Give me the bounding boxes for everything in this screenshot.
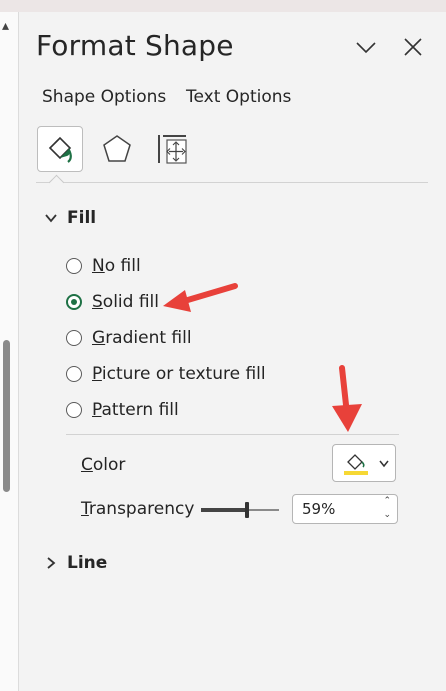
radio-no-fill[interactable]: No fill [66,256,141,276]
radio-button[interactable] [66,402,82,418]
tab-divider [36,182,428,183]
line-section-header[interactable]: Line [45,553,107,573]
paint-bucket-icon [344,454,368,475]
chevron-down-icon[interactable] [353,34,379,60]
radio-pattern-fill[interactable]: Pattern fill [66,400,179,420]
fill-divider [66,434,399,435]
radio-picture-texture-fill[interactable]: Picture or texture fill [66,364,266,384]
radio-solid-fill[interactable]: Solid fill [66,292,159,312]
fill-section-header[interactable]: Fill [45,208,96,228]
document-scroll-column: ▴ [0,12,19,691]
chevron-right-icon [47,557,56,569]
size-properties-tab[interactable] [149,126,195,172]
radio-button[interactable] [66,330,82,346]
red-arrow-annotation [332,365,362,432]
spin-down-icon[interactable]: ⌄ [383,510,391,520]
radio-label: Pattern fill [92,400,179,420]
red-arrow-annotation [163,283,238,312]
effects-pentagon-icon [103,135,131,162]
tab-shape-options[interactable]: Shape Options [42,87,166,107]
format-shape-pane: Format Shape Shape Options Text Options [19,12,446,691]
size-and-properties-icon [158,135,187,164]
fill-and-line-tab[interactable] [37,126,83,172]
radio-label: Solid fill [92,292,159,312]
fill-section-label: Fill [67,208,97,228]
transparency-label: Transparency [81,499,195,519]
color-swatch [344,471,368,475]
pane-title: Format Shape [36,29,234,62]
chevron-down-icon [379,460,389,468]
radio-button[interactable] [66,258,82,274]
chevron-down-icon [45,214,57,223]
radio-button[interactable] [66,294,82,310]
transparency-spinbox[interactable]: 59% ⌃ ⌄ [292,494,398,524]
color-label: Color [81,455,126,475]
fill-and-line-icon [48,136,72,163]
radio-label: Gradient fill [92,328,192,348]
selected-tab-pointer [48,174,65,191]
transparency-value[interactable]: 59% [302,500,335,518]
window-top-strip [0,0,446,12]
radio-gradient-fill[interactable]: Gradient fill [66,328,192,348]
fill-color-button[interactable] [332,444,396,482]
scroll-up-arrow-icon[interactable]: ▴ [2,18,9,34]
radio-button[interactable] [66,366,82,382]
slider-thumb[interactable] [245,502,249,518]
tab-text-options[interactable]: Text Options [186,87,291,107]
close-icon[interactable] [400,34,426,60]
radio-label: Picture or texture fill [92,364,266,384]
document-scrollbar-thumb[interactable] [3,340,10,492]
radio-label: No fill [92,256,141,276]
line-section-label: Line [67,553,108,573]
transparency-slider[interactable] [201,502,279,518]
spin-up-icon[interactable]: ⌃ [383,496,391,506]
effects-tab[interactable] [94,126,140,172]
